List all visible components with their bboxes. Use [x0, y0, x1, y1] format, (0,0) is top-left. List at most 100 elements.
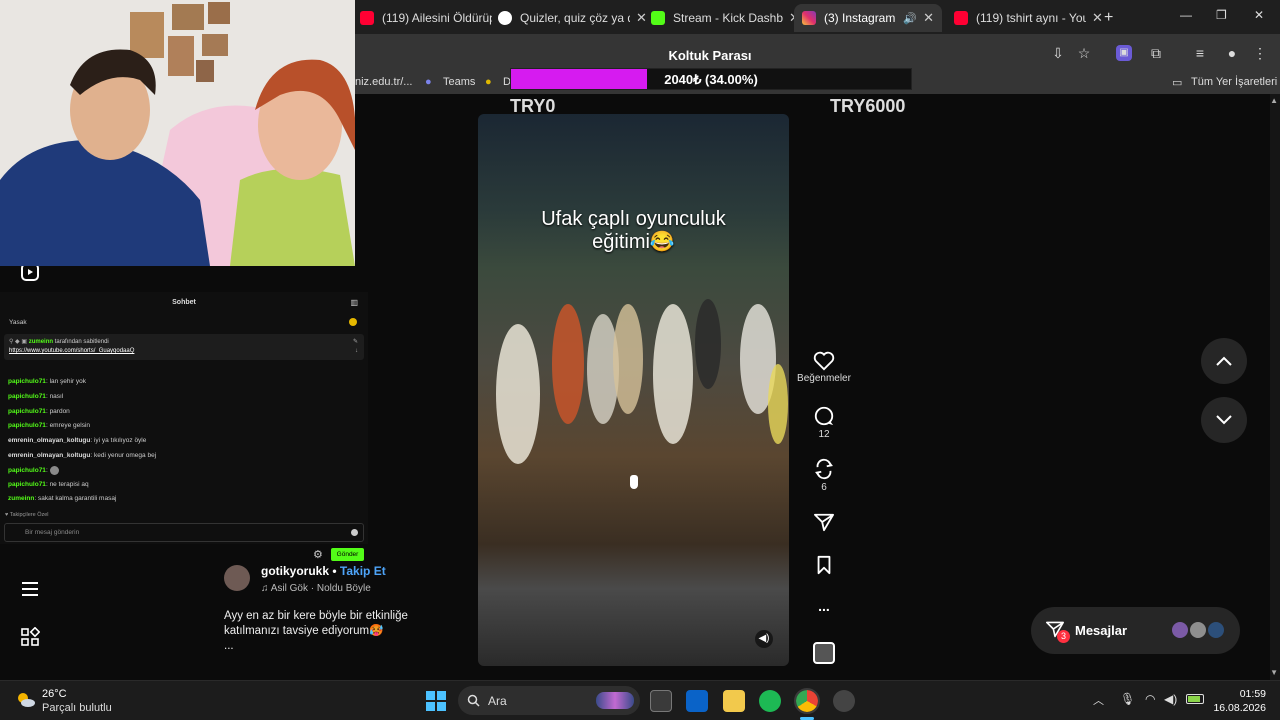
donation-max-label: TRY6000: [830, 96, 906, 116]
avatar: [1206, 620, 1226, 640]
windows-start-icon[interactable]: [426, 691, 446, 711]
heart-icon: [813, 351, 835, 371]
post-caption: Ayy en az bir kere böyle bir etkinliğe k…: [224, 609, 424, 654]
weather-temperature[interactable]: 26°C: [42, 688, 67, 700]
tab-quiz[interactable]: Quizler, quiz çöz ya q ✕: [490, 4, 655, 32]
reel-caption-line: Ufak çaplı oyunculuk: [541, 208, 726, 230]
reel-video[interactable]: Ufak çaplı oyunculuk eğitimi😂 ◀): [478, 114, 789, 666]
expand-icon[interactable]: ↓: [355, 348, 358, 354]
tab-label: Quizler, quiz çöz ya q: [520, 11, 630, 25]
previous-reel-button[interactable]: [1201, 338, 1247, 384]
music-note-icon: ♫: [261, 583, 269, 594]
tab-instagram[interactable]: (3) Instagram 🔊 ✕: [794, 4, 942, 32]
author-username[interactable]: gotikyorukk: [261, 564, 329, 578]
tab-label: (119) Ailesini Öldürüp: [382, 11, 492, 25]
next-reel-button[interactable]: [1201, 397, 1247, 443]
save-button[interactable]: [790, 555, 858, 575]
chat-gear-icon[interactable]: ⚙: [313, 548, 323, 561]
screen: (119) Ailesini Öldürüp ✕ Quizler, quiz ç…: [0, 0, 1280, 720]
apps-grid-icon[interactable]: [20, 626, 41, 647]
folder-icon: ▭: [1172, 77, 1183, 89]
search-icon: [467, 694, 480, 707]
media-control-icon[interactable]: ≡: [1190, 43, 1210, 63]
emoji-icon[interactable]: [351, 529, 358, 536]
messages-label: Mesajlar: [1075, 623, 1128, 638]
scroll-down-icon[interactable]: ▼: [1270, 668, 1278, 677]
scrollbar[interactable]: ▲: [1270, 94, 1280, 680]
avatar: [1188, 620, 1208, 640]
messages-badge: 3: [1057, 630, 1070, 643]
like-button[interactable]: Beğenmeler: [790, 351, 858, 384]
weather-description[interactable]: Parçalı bulutlu: [42, 702, 112, 714]
spotify-icon[interactable]: [759, 690, 781, 712]
chat-send-button[interactable]: Gönder: [331, 548, 364, 561]
tab-label: (3) Instagram: [824, 11, 896, 25]
tab-kick[interactable]: Stream - Kick Dashbo ✕: [643, 4, 808, 32]
quiz-icon: [498, 11, 512, 25]
maximize-icon[interactable]: ❐: [1216, 8, 1227, 22]
profile-avatar-icon[interactable]: ●: [1222, 43, 1242, 63]
send-icon: [814, 513, 834, 532]
chat-message: papichulo71: pardon: [8, 408, 70, 415]
extension-twitch-icon[interactable]: ▣: [1116, 45, 1132, 61]
share-button[interactable]: [790, 512, 858, 532]
microphone-icon[interactable]: 🎙: [1120, 692, 1135, 706]
new-tab-button[interactable]: +: [1096, 4, 1121, 32]
all-bookmarks-folder[interactable]: Tüm Yer İşaretleri: [1191, 76, 1277, 88]
extensions-puzzle-icon[interactable]: ⧉: [1146, 43, 1166, 63]
messages-button[interactable]: 3 Mesajlar: [1031, 607, 1240, 654]
scroll-up-icon[interactable]: ▲: [1270, 96, 1278, 636]
pinned-user[interactable]: zumeinn: [29, 339, 53, 345]
chrome-icon[interactable]: [794, 688, 820, 714]
chat-input-placeholder: Bir mesaj gönderin: [25, 529, 80, 536]
audio-thumbnail[interactable]: [790, 642, 858, 664]
youtube-icon: [954, 11, 968, 25]
repost-button[interactable]: 6: [790, 458, 858, 493]
microsoft-store-icon[interactable]: [686, 690, 708, 712]
bookmark-item[interactable]: Teams: [443, 76, 475, 88]
install-app-icon[interactable]: ⇩: [1048, 43, 1068, 63]
close-icon[interactable]: ✕: [923, 10, 934, 26]
hamburger-menu-icon[interactable]: [20, 580, 40, 600]
clock-date[interactable]: 16.08.2026: [1200, 702, 1266, 714]
volume-icon[interactable]: ◀): [1164, 692, 1177, 706]
tab-youtube-2[interactable]: (119) tshirt aynı - You ✕: [946, 4, 1111, 32]
post-caption-more[interactable]: ...: [224, 639, 424, 654]
weather-icon[interactable]: [16, 691, 36, 709]
donation-progress-text: 2040₺ (34.00%): [664, 72, 758, 87]
follow-button[interactable]: Takip Et: [340, 564, 386, 578]
minimize-icon[interactable]: —: [1180, 8, 1192, 22]
tray-chevron-up-icon[interactable]: ︿: [1093, 692, 1104, 708]
task-view-icon[interactable]: [650, 690, 672, 712]
chat-message-input[interactable]: Bir mesaj gönderin: [4, 523, 364, 542]
file-explorer-icon[interactable]: [723, 690, 745, 712]
chat-message: papichulo71: emreye gelsin: [8, 422, 91, 429]
chat-title: Sohbet: [172, 299, 196, 306]
chevron-down-icon: [1216, 415, 1232, 425]
windows-taskbar: 26°C Parçalı bulutlu Ara ︿ 🎙 ◠ ◀) 01:59 …: [0, 680, 1280, 720]
wifi-icon[interactable]: ◠: [1145, 692, 1155, 706]
mouse-cursor-icon: [630, 475, 638, 489]
music-line[interactable]: ♫ Asil Gök · Noldu Böyle: [261, 583, 371, 594]
obs-icon[interactable]: [833, 690, 855, 712]
pin-icon: ⚲ ◆ ▣: [9, 339, 28, 345]
taskbar-search[interactable]: Ara: [458, 686, 640, 715]
post-caption-text: Ayy en az bir kere böyle bir etkinliğe k…: [224, 610, 408, 637]
chat-message: papichulo71:: [8, 466, 59, 475]
search-highlight-icon: [596, 692, 634, 709]
bookmark-item[interactable]: niz.edu.tr/...: [355, 76, 412, 88]
window-close-icon[interactable]: ✕: [1254, 8, 1264, 22]
search-label: Ara: [488, 694, 507, 708]
volume-icon[interactable]: ◀): [755, 630, 773, 648]
chat-settings-icon[interactable]: ▥: [350, 298, 358, 307]
webcam-image: [0, 0, 355, 266]
pinned-link[interactable]: https://www.youtube.com/shorts/_Guayqoda…: [9, 348, 134, 354]
clock-time[interactable]: 01:59: [1216, 688, 1266, 700]
comment-button[interactable]: 12: [790, 405, 858, 440]
speaker-icon[interactable]: 🔊: [903, 12, 917, 25]
author-avatar[interactable]: [224, 565, 250, 591]
menu-kebab-icon[interactable]: ⋮: [1250, 43, 1270, 63]
bookmark-star-icon[interactable]: ☆: [1074, 43, 1094, 63]
unpin-icon[interactable]: ✎: [353, 338, 358, 345]
more-options-button[interactable]: ...: [790, 598, 858, 614]
